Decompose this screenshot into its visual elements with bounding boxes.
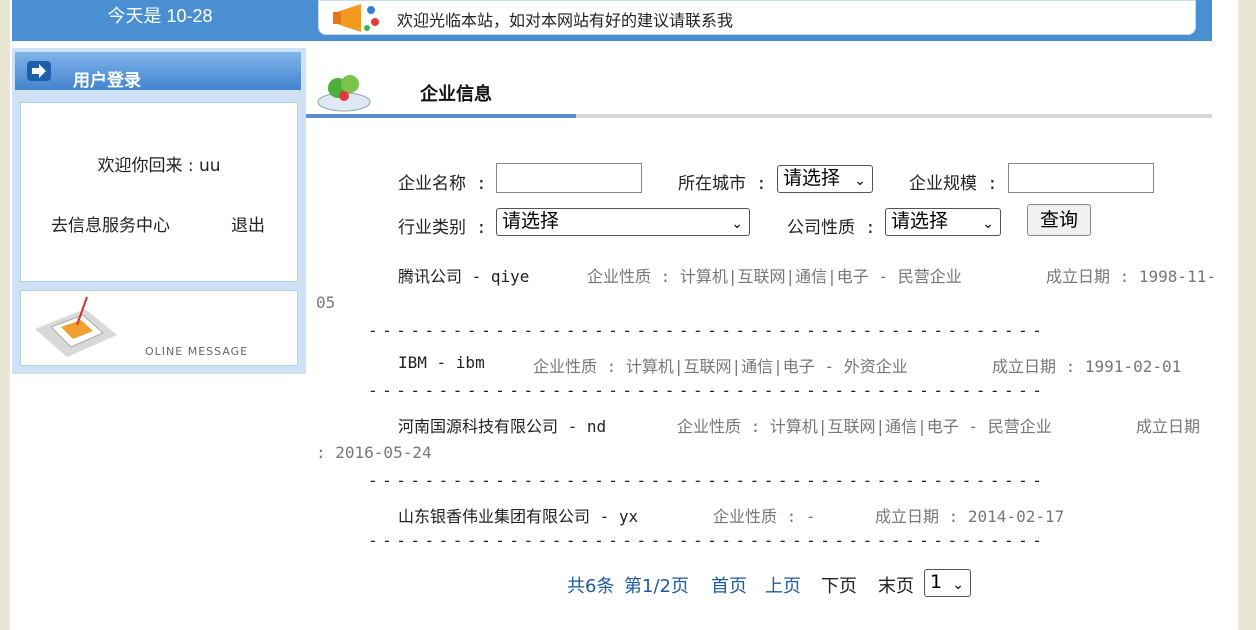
nature-label: 公司性质 : bbox=[787, 218, 876, 238]
company-nature: 企业性质 : - bbox=[713, 507, 816, 526]
divider: ----------------------------------------… bbox=[368, 381, 1047, 400]
company-date: 成立日期 bbox=[1136, 417, 1201, 436]
company-name-link[interactable]: IBM - ibm bbox=[398, 353, 485, 372]
city-label: 所在城市 : bbox=[678, 174, 767, 194]
notice-bar: 欢迎光临本站，如对本网站有好的建议请联系我 bbox=[318, 0, 1196, 35]
industry-select-value: 请选择 bbox=[502, 210, 560, 232]
query-button[interactable]: 查询 bbox=[1027, 204, 1091, 236]
login-header: 用户登录 bbox=[15, 52, 301, 91]
date-text: 今天是 10-28 bbox=[107, 6, 213, 26]
industry-label: 行业类别 : bbox=[398, 218, 487, 238]
pager-current: 第1/2页 bbox=[624, 576, 689, 597]
company-date: 成立日期 : 1998-11- bbox=[1046, 267, 1216, 286]
sidebar: 用户登录 欢迎你回来 : uu 去信息服务中心 退出 OLINE MESSAGE bbox=[12, 48, 306, 374]
section-header: 企业信息 bbox=[306, 56, 1212, 120]
company-name-link[interactable]: 河南国源科技有限公司 - nd bbox=[398, 413, 606, 437]
arrow-right-icon bbox=[27, 61, 51, 81]
divider: ----------------------------------------… bbox=[368, 471, 1047, 490]
page-select-value: 1 bbox=[930, 571, 943, 593]
logout-link[interactable]: 退出 bbox=[231, 211, 265, 236]
page-select[interactable]: 1 ⌄ bbox=[924, 569, 971, 597]
service-center-link[interactable]: 去信息服务中心 bbox=[51, 211, 170, 236]
company-date-wrap: : 2016-05-24 bbox=[316, 443, 432, 462]
chevron-down-icon: ⌄ bbox=[982, 216, 994, 232]
company-nature: 企业性质 : 计算机|互联网|通信|电子 - 民营企业 bbox=[677, 417, 1052, 436]
scale-label: 企业规模 : bbox=[909, 174, 998, 194]
divider: ----------------------------------------… bbox=[368, 321, 1047, 340]
page-title: 企业信息 bbox=[420, 84, 492, 105]
chevron-down-icon: ⌄ bbox=[854, 173, 866, 189]
company-nature: 企业性质 : 计算机|互联网|通信|电子 - 外资企业 bbox=[533, 357, 908, 376]
vegetable-bowl-icon bbox=[317, 75, 371, 112]
company-date-wrap: 05 bbox=[316, 293, 336, 312]
city-select-value: 请选择 bbox=[783, 167, 841, 189]
company-name-link[interactable]: 山东银香伟业集团有限公司 - yx bbox=[398, 503, 638, 527]
pager-total: 共6条 bbox=[567, 576, 615, 597]
pager-last[interactable]: 末页 bbox=[878, 572, 914, 598]
message-device-icon bbox=[35, 296, 117, 357]
online-message-banner[interactable]: OLINE MESSAGE bbox=[20, 290, 298, 366]
chevron-down-icon: ⌄ bbox=[731, 216, 743, 232]
pager-next[interactable]: 下页 bbox=[821, 572, 857, 598]
nature-select[interactable]: 请选择 ⌄ bbox=[885, 208, 1001, 236]
company-name-label: 企业名称 : bbox=[398, 174, 487, 194]
pager-first-link[interactable]: 首页 bbox=[711, 572, 747, 598]
login-title: 用户登录 bbox=[73, 71, 141, 91]
company-name-link[interactable]: 腾讯公司 - qiye bbox=[398, 263, 529, 287]
login-box: 欢迎你回来 : uu 去信息服务中心 退出 bbox=[20, 102, 298, 282]
company-date: 成立日期 : 1991-02-01 bbox=[992, 357, 1182, 376]
industry-select[interactable]: 请选择 ⌄ bbox=[496, 208, 750, 236]
company-name-input[interactable] bbox=[496, 163, 642, 193]
divider: ----------------------------------------… bbox=[368, 531, 1047, 550]
notice-text: 欢迎光临本站，如对本网站有好的建议请联系我 bbox=[397, 11, 734, 30]
chevron-down-icon: ⌄ bbox=[952, 577, 964, 593]
scale-input[interactable] bbox=[1008, 163, 1154, 193]
pager-prev-link[interactable]: 上页 bbox=[765, 572, 801, 598]
header-underline bbox=[306, 114, 1212, 118]
message-caption: OLINE MESSAGE bbox=[145, 345, 249, 358]
welcome-text: 欢迎你回来 : uu bbox=[97, 156, 221, 176]
nature-select-value: 请选择 bbox=[891, 210, 949, 232]
megaphone-icon bbox=[333, 4, 379, 32]
city-select[interactable]: 请选择 ⌄ bbox=[777, 165, 873, 193]
company-date: 成立日期 : 2014-02-17 bbox=[875, 507, 1065, 526]
company-nature: 企业性质 : 计算机|互联网|通信|电子 - 民营企业 bbox=[587, 267, 962, 286]
